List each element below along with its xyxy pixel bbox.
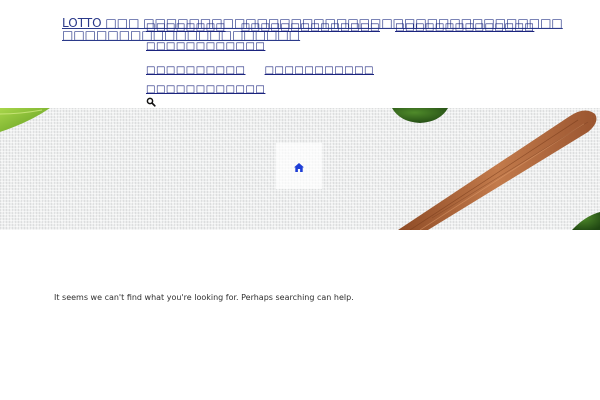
primary-nav-item-3[interactable]: □□□□□□□□□□□□□□ — [395, 23, 534, 33]
leaf-bottom-right — [572, 212, 600, 230]
secondary-nav-item-2[interactable]: □□□□□□□□□□□ — [265, 66, 374, 76]
home-icon — [294, 157, 304, 176]
primary-nav-item-1[interactable]: □□□□□□□□ — [146, 23, 226, 33]
secondary-nav-item-3[interactable]: □□□□□□□□□□□□ — [146, 85, 265, 95]
not-found-message: It seems we can't find what you're looki… — [54, 293, 354, 302]
leaf-top-left — [0, 108, 50, 132]
home-button[interactable] — [276, 143, 322, 189]
primary-nav: □□□□□□□□ □□□□□□□□□□□□□□ □□□□□□□□□□□□□□ □… — [146, 15, 566, 53]
secondary-nav: □□□□□□□□□□ □□□□□□□□□□□ □□□□□□□□□□□□ — [146, 58, 476, 96]
wooden-spoon — [398, 110, 597, 230]
avocado-top — [392, 108, 448, 123]
secondary-nav-item-1[interactable]: □□□□□□□□□□ — [146, 66, 245, 76]
search-icon[interactable] — [146, 92, 156, 107]
primary-nav-item-2[interactable]: □□□□□□□□□□□□□□ — [241, 23, 380, 33]
primary-nav-item-4[interactable]: □□□□□□□□□□□□ — [146, 42, 265, 52]
page: LOTTO □□□ □□□□□□□□□□□□□□□□□□□□□□□□□□□□□□… — [0, 0, 600, 400]
hero-banner — [0, 108, 600, 230]
